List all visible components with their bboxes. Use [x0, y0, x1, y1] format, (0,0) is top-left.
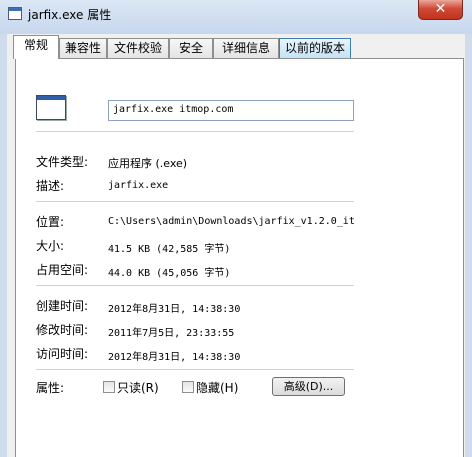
- tab-previous-versions[interactable]: 以前的版本: [279, 38, 351, 58]
- separator: [36, 369, 354, 370]
- size-value: 41.5 KB (42,585 字节): [108, 244, 231, 255]
- size-on-disk-label: 占用空间:: [36, 263, 89, 277]
- tab-security[interactable]: 安全: [169, 38, 213, 58]
- file-type-value: 应用程序 (.exe): [108, 157, 188, 170]
- created-label: 创建时间:: [36, 299, 89, 313]
- size-label: 大小:: [36, 239, 65, 253]
- properties-dialog: 常规 兼容性 文件校验 安全 详细信息 以前的版本 jarfix.exe itm…: [7, 34, 465, 457]
- hidden-checkbox[interactable]: [182, 381, 194, 393]
- advanced-button[interactable]: 高级(D)...: [272, 377, 345, 396]
- filename-input[interactable]: jarfix.exe itmop.com: [108, 100, 354, 121]
- separator: [36, 131, 354, 132]
- description-value: jarfix.exe: [108, 180, 169, 191]
- size-on-disk-value: 44.0 KB (45,056 字节): [108, 268, 231, 279]
- close-button[interactable]: ✕: [418, 0, 463, 20]
- file-type-label: 文件类型:: [36, 155, 89, 169]
- application-file-icon: [36, 95, 66, 120]
- tab-details[interactable]: 详细信息: [213, 38, 279, 58]
- modified-label: 修改时间:: [36, 323, 89, 337]
- accessed-value: 2012年8月31日, 14:38:30: [108, 352, 241, 363]
- window-app-icon: [8, 7, 22, 20]
- description-label: 描述:: [36, 179, 65, 193]
- tab-general[interactable]: 常规: [13, 35, 59, 59]
- location-label: 位置:: [36, 215, 65, 229]
- separator: [36, 285, 354, 286]
- hidden-label[interactable]: 隐藏(H): [196, 379, 238, 396]
- title-bar[interactable]: jarfix.exe 属性 ✕: [0, 0, 472, 34]
- readonly-checkbox[interactable]: [103, 381, 115, 393]
- tab-compatibility[interactable]: 兼容性: [59, 38, 107, 58]
- separator: [36, 201, 354, 202]
- tab-file-checksum[interactable]: 文件校验: [107, 38, 169, 58]
- attributes-label: 属性:: [36, 381, 65, 395]
- readonly-label[interactable]: 只读(R): [117, 379, 159, 396]
- window-title: jarfix.exe 属性: [28, 8, 112, 22]
- accessed-label: 访问时间:: [36, 347, 89, 361]
- general-tab-panel: jarfix.exe itmop.com 文件类型: 应用程序 (.exe) 描…: [15, 58, 464, 457]
- location-value: C:\Users\admin\Downloads\jarfix_v1.2.0_i…: [108, 216, 355, 227]
- created-value: 2012年8月31日, 14:38:30: [108, 304, 241, 315]
- modified-value: 2011年7月5日, 23:33:55: [108, 328, 235, 339]
